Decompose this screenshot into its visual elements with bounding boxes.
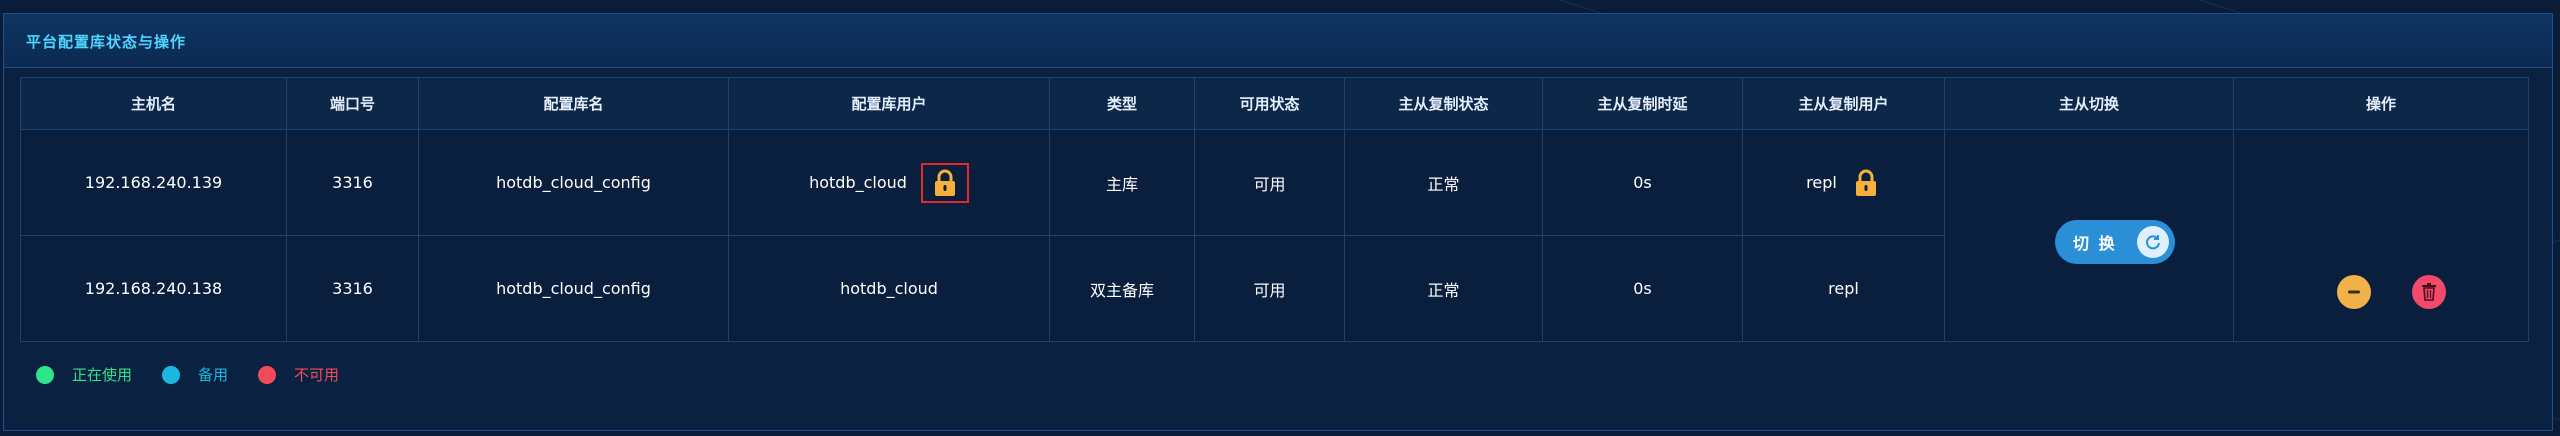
- header-switch: 主从切换: [1944, 77, 2234, 130]
- repl-status-cell: 正常: [1344, 235, 1543, 342]
- port-cell: 3316: [286, 129, 419, 236]
- host-cell: 192.168.240.139: [20, 129, 287, 236]
- refresh-icon: [2137, 226, 2169, 258]
- db-user-lock-icon[interactable]: [920, 162, 969, 203]
- legend-item-unavailable: 不可用: [258, 364, 339, 385]
- header-db-name: 配置库名: [418, 77, 729, 130]
- header-db-user: 配置库用户: [728, 77, 1050, 130]
- status-cell: 可用: [1194, 129, 1345, 236]
- legend-label: 不可用: [294, 366, 340, 384]
- header-repl-user: 主从复制用户: [1742, 77, 1945, 130]
- config-db-table: 主机名 端口号 配置库名 配置库用户 类型 可用状态 主从复制状态 主从复制时延…: [20, 77, 2529, 342]
- actions-cell: [2233, 129, 2529, 342]
- legend-item-standby: 备用: [162, 364, 228, 385]
- repl-delay-cell: 0s: [1542, 235, 1743, 342]
- status-cell: 可用: [1194, 235, 1345, 342]
- panel-header: 平台配置库状态与操作: [4, 14, 2552, 68]
- header-actions: 操作: [2233, 77, 2529, 130]
- db-user-cell: hotdb_cloud: [728, 235, 1050, 342]
- minus-icon: [2348, 290, 2360, 294]
- red-dot-icon: [258, 365, 277, 384]
- legend-item-in-use: 正在使用: [36, 364, 132, 385]
- repl-user-lock-icon[interactable]: [1851, 168, 1881, 198]
- legend-label: 正在使用: [72, 366, 133, 384]
- switch-label: 切 换: [2073, 234, 2117, 253]
- header-host: 主机名: [20, 77, 287, 130]
- repl-user-text: repl: [1806, 173, 1837, 192]
- port-cell: 3316: [286, 235, 419, 342]
- header-type: 类型: [1049, 77, 1195, 130]
- legend-label: 备用: [198, 366, 229, 384]
- green-dot-icon: [36, 365, 54, 384]
- db-name-cell: hotdb_cloud_config: [418, 235, 729, 342]
- repl-delay-cell: 0s: [1542, 129, 1743, 236]
- db-name-cell: hotdb_cloud_config: [418, 129, 729, 236]
- type-cell: 双主备库: [1049, 235, 1195, 342]
- db-user-cell: hotdb_cloud: [728, 129, 1050, 236]
- repl-user-cell: repl: [1742, 129, 1945, 236]
- delete-button[interactable]: [2412, 275, 2446, 309]
- type-cell: 主库: [1049, 129, 1195, 236]
- repl-status-cell: 正常: [1344, 129, 1543, 236]
- table-header-row: 主机名 端口号 配置库名 配置库用户 类型 可用状态 主从复制状态 主从复制时延…: [20, 77, 2529, 130]
- status-legend: 正在使用 备用 不可用: [36, 364, 369, 385]
- master-slave-switch-button[interactable]: 切 换: [2055, 220, 2175, 264]
- host-cell: 192.168.240.138: [20, 235, 287, 342]
- header-status: 可用状态: [1194, 77, 1345, 130]
- header-repl-delay: 主从复制时延: [1542, 77, 1743, 130]
- panel-title: 平台配置库状态与操作: [26, 33, 187, 51]
- disable-button[interactable]: [2337, 275, 2371, 309]
- repl-user-cell: repl: [1742, 235, 1945, 342]
- db-user-text: hotdb_cloud: [809, 173, 907, 192]
- blue-dot-icon: [162, 365, 181, 384]
- header-port: 端口号: [286, 77, 419, 130]
- trash-icon: [2422, 283, 2436, 301]
- header-repl-status: 主从复制状态: [1344, 77, 1543, 130]
